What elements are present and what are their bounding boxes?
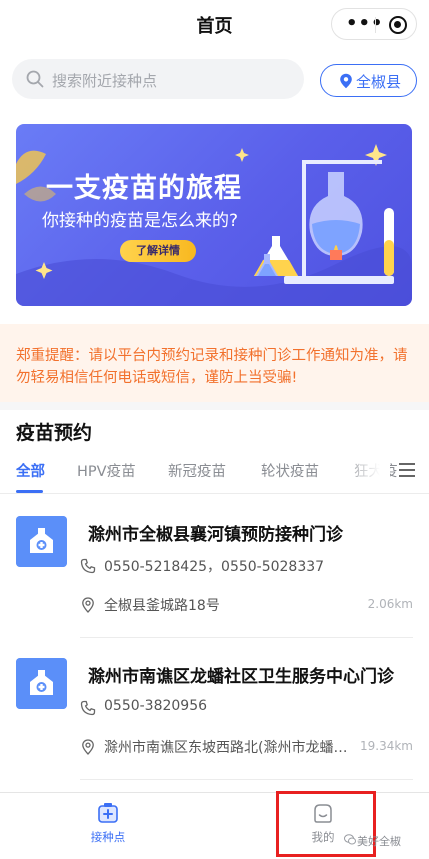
- clinic-distance: 19.34km: [360, 739, 413, 753]
- row-divider: [80, 637, 413, 638]
- clinic-name: 滁州市全椒县襄河镇预防接种门诊: [88, 525, 343, 545]
- vaccine-site-icon: [98, 803, 118, 823]
- location-pin-icon: [82, 739, 94, 755]
- warning-notice: 郑重提醒：请以平台内预约记录和接种门诊工作通知为准，请勿轻易相信任何电话或短信，…: [0, 324, 429, 402]
- section-title: 疫苗预约: [16, 422, 93, 444]
- close-target-icon[interactable]: [389, 16, 407, 34]
- banner-subtitle: 你接种的疫苗是怎么来的?: [42, 211, 239, 231]
- location-button[interactable]: 全椒县: [320, 64, 417, 97]
- watermark-text: 美好全椒: [357, 835, 401, 848]
- tabs-fade: [340, 452, 390, 492]
- nav-bar: 首页 •••: [0, 0, 429, 48]
- vaccine-tabs: 全部 HPV疫苗 新冠疫苗 轮状疫苗 狂犬疫: [0, 452, 429, 494]
- tab-all[interactable]: 全部: [16, 460, 45, 481]
- clinic-name: 滁州市南谯区龙蟠社区卫生服务中心门诊: [88, 667, 394, 687]
- menu-icon[interactable]: [399, 463, 415, 477]
- tab-covid[interactable]: 新冠疫苗: [168, 460, 226, 481]
- location-label: 全椒县: [356, 73, 402, 91]
- tabbar-item-vaccine-site[interactable]: 接种点: [48, 793, 168, 859]
- clinic-building-icon: [16, 658, 67, 709]
- more-icon[interactable]: •••: [346, 15, 384, 33]
- search-row: 搜索附近接种点 全椒县: [0, 48, 429, 110]
- clinic-phone[interactable]: 0550-5218425，0550-5028337: [104, 556, 324, 576]
- tabbar-label: 接种点: [90, 830, 126, 844]
- clinic-address: 全椒县釜城路18号: [104, 598, 220, 614]
- tab-hpv[interactable]: HPV疫苗: [77, 460, 136, 481]
- location-pin-icon: [340, 73, 352, 89]
- clinic-building-icon: [16, 516, 67, 567]
- clinic-distance: 2.06km: [367, 597, 413, 611]
- learn-more-button[interactable]: 了解详情: [120, 240, 196, 262]
- capsule-divider: [375, 17, 376, 33]
- section-divider: [0, 402, 429, 410]
- clinic-phone[interactable]: 0550-3820956: [104, 698, 207, 714]
- search-placeholder: 搜索附近接种点: [52, 72, 158, 90]
- miniprogram-capsule[interactable]: •••: [331, 8, 417, 40]
- clinic-address: 滁州市南谯区东坡西路北(滁州市龙蟠社区卫生服务中心): [104, 740, 359, 756]
- clinic-item[interactable]: 滁州市南谯区龙蟠社区卫生服务中心门诊 0550-3820956 滁州市南谯区东坡…: [0, 658, 429, 800]
- wechat-icon: [344, 834, 356, 845]
- tab-rotavirus[interactable]: 轮状疫苗: [261, 460, 319, 481]
- active-tab-indicator: [16, 490, 43, 493]
- banner-title: 一支疫苗的旅程: [46, 173, 242, 204]
- phone-icon: [80, 700, 96, 716]
- search-icon: [26, 70, 44, 88]
- notice-text: 郑重提醒：请以平台内预约记录和接种门诊工作通知为准，请勿轻易相信任何电话或短信，…: [16, 348, 408, 386]
- phone-icon: [80, 558, 96, 574]
- location-pin-icon: [82, 597, 94, 613]
- row-divider: [80, 779, 413, 780]
- promo-banner[interactable]: 一支疫苗的旅程 你接种的疫苗是怎么来的? 了解详情: [16, 124, 412, 306]
- search-input[interactable]: 搜索附近接种点: [12, 59, 304, 99]
- clinic-item[interactable]: 滁州市全椒县襄河镇预防接种门诊 0550-5218425，0550-502833…: [0, 516, 429, 658]
